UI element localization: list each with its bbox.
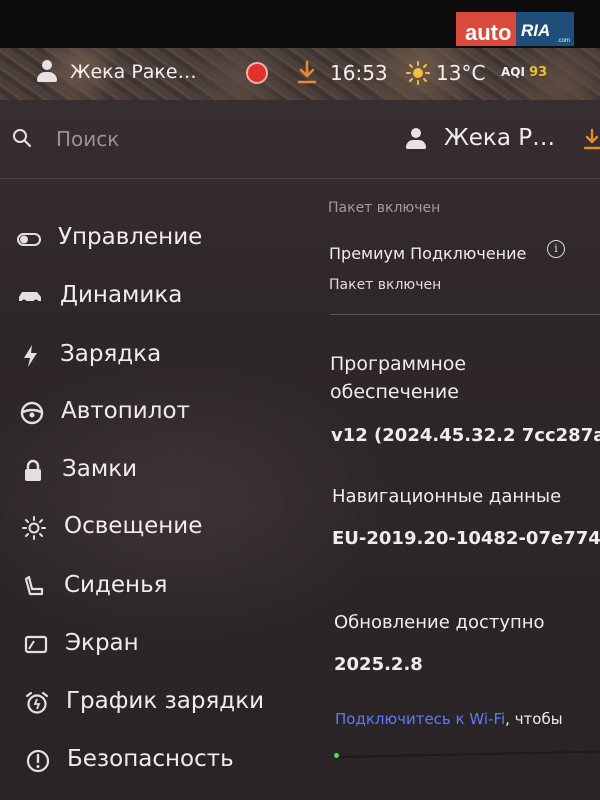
sidebar-item-label: Зарядка	[60, 341, 162, 367]
status-bar: Жека Раке… 16:53 13°C AQI 93	[0, 48, 600, 100]
premium-connectivity-status: Пакет включен	[329, 277, 442, 293]
watermark-suffix: .com	[556, 38, 570, 44]
tesla-screen: auto RIA .com Жека Раке… 16:53 13°C AQI …	[0, 0, 600, 800]
seat-icon	[24, 575, 44, 596]
sidebar-item-label: Динамика	[60, 282, 183, 308]
software-title-line1: Программное	[330, 353, 467, 375]
autoria-watermark: auto RIA .com	[456, 12, 588, 54]
search-icon[interactable]	[12, 128, 32, 148]
software-title-line2: обеспечение	[330, 381, 459, 403]
nav-data-version: EU-2019.20-10482-07e774	[332, 528, 600, 549]
light-icon	[22, 516, 46, 540]
profile-name[interactable]: Жека Р…	[444, 125, 555, 151]
sidebar-item-locks[interactable]: Замки	[0, 448, 290, 494]
watermark-ria-text: RIA	[521, 21, 551, 40]
nav-data-title: Навигационные данные	[332, 486, 562, 507]
clock: 16:53	[330, 61, 388, 85]
sidebar-item-seats[interactable]: Сиденья	[0, 564, 290, 610]
bolt-icon	[24, 345, 37, 367]
aqi-indicator[interactable]: AQI 93	[501, 65, 547, 80]
watermark-ria: RIA .com	[516, 12, 574, 46]
sun-icon	[406, 61, 430, 85]
sidebar-item-label: Безопасность	[67, 746, 234, 772]
profile-icon[interactable]	[406, 128, 426, 150]
sidebar-item-label: Замки	[62, 456, 138, 482]
aqi-label: AQI	[501, 65, 525, 79]
premium-connectivity-title: Премиум Подключение	[329, 244, 527, 263]
aqi-value: 93	[529, 65, 548, 80]
temperature: 13°C	[436, 61, 486, 85]
sidebar-item-label: Автопилот	[61, 398, 190, 424]
sidebar-item-label: Экран	[65, 630, 139, 656]
settings-sidebar: Управление Динамика Зарядка Автопилот За…	[0, 178, 300, 800]
sidebar-item-controls[interactable]: Управление	[0, 216, 290, 262]
wifi-prompt: Подключитесь к Wi-Fi, чтобы	[335, 710, 563, 728]
update-version: 2025.2.8	[334, 654, 423, 675]
sidebar-item-dynamics[interactable]: Динамика	[0, 274, 290, 320]
record-icon[interactable]	[248, 64, 266, 82]
wifi-prompt-suffix: , чтобы	[505, 710, 563, 728]
alert-icon	[26, 749, 50, 773]
watermark-auto: auto	[456, 12, 516, 46]
download-icon[interactable]	[582, 128, 600, 152]
section-divider	[330, 314, 600, 315]
download-progress-track	[337, 750, 600, 758]
steering-wheel-icon	[20, 401, 44, 425]
sidebar-item-label: График зарядки	[66, 688, 265, 714]
user-icon[interactable]	[36, 60, 58, 84]
info-icon[interactable]: i	[547, 240, 565, 258]
sidebar-item-label: Сиденья	[64, 572, 168, 598]
settings-top-bar: Поиск Жека Р…	[0, 100, 600, 179]
wifi-connect-link[interactable]: Подключитесь к Wi-Fi	[335, 710, 505, 728]
sidebar-item-safety[interactable]: Безопасность	[0, 738, 290, 784]
sidebar-item-label: Освещение	[64, 513, 203, 539]
toggle-icon	[17, 233, 41, 246]
search-input[interactable]: Поиск	[56, 127, 119, 151]
update-title: Обновление доступно	[334, 612, 545, 633]
download-progress-indicator	[334, 753, 339, 758]
download-icon[interactable]	[296, 60, 318, 86]
display-icon	[24, 635, 48, 654]
lock-icon	[25, 459, 41, 481]
software-version[interactable]: v12 (2024.45.32.2 7cc287a1	[331, 425, 600, 446]
sidebar-item-autopilot[interactable]: Автопилот	[0, 390, 290, 436]
package-status-top: Пакет включен	[328, 200, 441, 216]
sidebar-item-label: Управление	[58, 224, 203, 250]
sidebar-item-charging-schedule[interactable]: График зарядки	[0, 680, 290, 726]
alarm-clock-icon	[25, 691, 49, 714]
sidebar-item-display[interactable]: Экран	[0, 622, 290, 668]
car-icon	[19, 292, 41, 305]
driver-name[interactable]: Жека Раке…	[70, 61, 197, 83]
sidebar-item-lighting[interactable]: Освещение	[0, 505, 290, 551]
sidebar-item-charging[interactable]: Зарядка	[0, 333, 290, 379]
